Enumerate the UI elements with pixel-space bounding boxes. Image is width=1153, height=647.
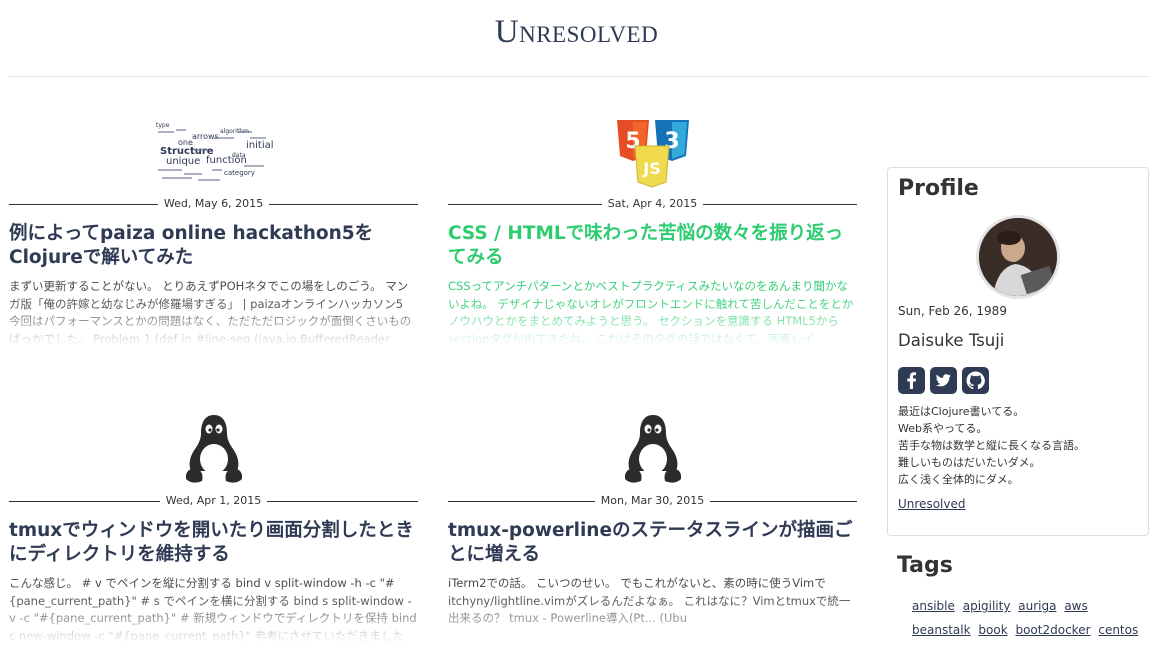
facebook-icon[interactable] <box>898 367 925 394</box>
html5-css3-js-icon: 5 3 JS <box>616 120 689 188</box>
tag-link[interactable]: centos <box>1098 623 1138 637</box>
bio-line: 広く浅く全体的にダメ。 <box>898 473 1019 486</box>
thumb-word: initial <box>246 140 274 151</box>
post-date: Wed, Apr 1, 2015 <box>9 493 418 509</box>
twitter-icon[interactable] <box>930 367 957 394</box>
thumb-word: unique <box>166 156 200 167</box>
post-title[interactable]: tmux-powerlineのステータスラインが描画ごとに増える <box>448 519 857 567</box>
post-card: type initial Structure unique function a… <box>9 112 418 352</box>
post-date-row: Wed, May 6, 2015 <box>9 196 418 212</box>
post-title[interactable]: CSS / HTMLで味わった苦悩の数々を振り返ってみる <box>448 222 857 270</box>
post-thumbnail[interactable] <box>448 409 857 489</box>
post-thumbnail[interactable]: type initial Structure unique function a… <box>9 112 418 192</box>
post-date: Mon, Mar 30, 2015 <box>448 493 857 509</box>
profile-heading: Profile <box>898 176 979 201</box>
bio-line: 苦手な物は数学と縦に長くなる言語。 <box>898 439 1085 452</box>
tags-heading: Tags <box>897 553 953 578</box>
post-card: 5 3 JS Sat, Apr 4, 2015 CSS / HTMLで味わった苦… <box>448 112 857 352</box>
post-excerpt: まずい更新することがない。 とりあえずPOHネタでこの場をしのごう。 マンガ版「… <box>9 279 412 344</box>
post-excerpt: こんな感じ。 # v でペインを縦に分割する bind v split-wind… <box>9 576 417 641</box>
tag-link[interactable]: ansible <box>912 599 955 613</box>
tag-link[interactable]: boot2docker <box>1015 623 1090 637</box>
profile-card: Profile Sun, Feb 26, 1989 Daisuke Tsuji … <box>887 167 1149 536</box>
post-date: Sat, Apr 4, 2015 <box>448 196 857 212</box>
post-date: Wed, May 6, 2015 <box>9 196 418 212</box>
bio-line: 最近はClojure書いてる。 <box>898 405 1025 418</box>
clojure-wordcloud-icon: type initial Structure unique function a… <box>153 117 274 187</box>
post-date-row: Sat, Apr 4, 2015 <box>448 196 857 212</box>
tag-cloud: ansible apigility auriga aws beanstalk b… <box>912 594 1144 647</box>
post-excerpt: CSSってアンチパターンとかベストプラクティスみたいなのをあんまり聞かないよね。… <box>448 279 854 344</box>
post-thumbnail[interactable]: 5 3 JS <box>448 112 857 192</box>
site-title[interactable]: Unresolved <box>0 14 1153 51</box>
post-card: Mon, Mar 30, 2015 tmux-powerlineのステータスライ… <box>448 409 857 647</box>
bio-line: Web系やってる。 <box>898 422 988 435</box>
thumb-word: category <box>224 169 255 177</box>
tag-link[interactable]: auriga <box>1018 599 1056 613</box>
social-links <box>898 367 989 394</box>
thumb-word: type <box>156 122 170 129</box>
post-excerpt: iTerm2での話。 こいつのせい。 でもこれがないと、素の時に使うVimでit… <box>448 576 851 625</box>
post-thumbnail[interactable] <box>9 409 418 489</box>
thumb-word: data <box>232 152 246 159</box>
post-date-row: Mon, Mar 30, 2015 <box>448 493 857 509</box>
js-label: JS <box>642 159 660 178</box>
linux-tux-icon <box>185 415 242 483</box>
linux-tux-icon <box>624 415 681 483</box>
tag-link[interactable]: beanstalk <box>912 623 971 637</box>
post-card: Wed, Apr 1, 2015 tmuxでウィンドウを開いたり画面分割したとき… <box>9 409 418 647</box>
profile-birthday: Sun, Feb 26, 1989 <box>898 304 1007 318</box>
bio-line: 難しいものはだいたいダメ。 <box>898 456 1041 469</box>
post-title[interactable]: 例によってpaiza online hackathon5をClojureで解いて… <box>9 222 418 270</box>
tag-link[interactable]: book <box>978 623 1007 637</box>
thumb-word: one <box>178 138 193 147</box>
post-title[interactable]: tmuxでウィンドウを開いたり画面分割したときにディレクトリを維持する <box>9 519 418 567</box>
blog-link[interactable]: Unresolved <box>898 497 965 511</box>
avatar <box>976 215 1060 299</box>
header-divider <box>9 76 1148 77</box>
site-header: Unresolved <box>0 0 1153 77</box>
profile-name: Daisuke Tsuji <box>898 331 1005 350</box>
tag-link[interactable]: aws <box>1064 599 1087 613</box>
tag-link[interactable]: apigility <box>963 599 1011 613</box>
profile-bio: 最近はClojure書いてる。 Web系やってる。 苦手な物は数学と縦に長くなる… <box>898 403 1085 488</box>
avatar-photo <box>979 218 1057 296</box>
thumb-word: arrows <box>192 132 219 141</box>
post-date-row: Wed, Apr 1, 2015 <box>9 493 418 509</box>
github-icon[interactable] <box>962 367 989 394</box>
